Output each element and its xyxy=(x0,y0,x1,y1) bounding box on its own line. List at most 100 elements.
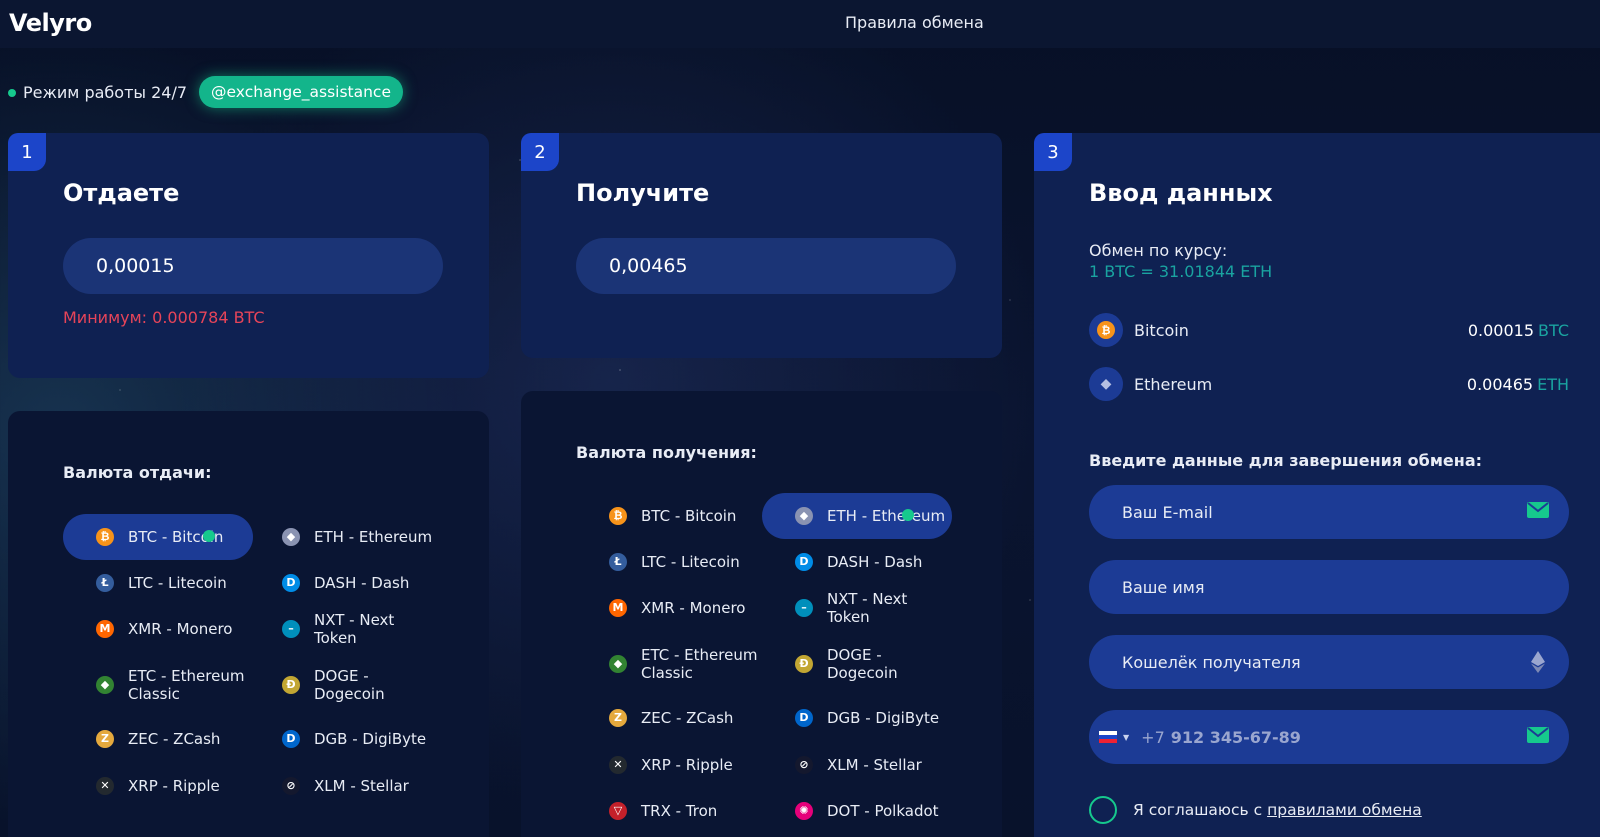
dogecoin-icon: Ð xyxy=(795,655,813,673)
exchange-rate-value: 1 BTC = 31.01844 ETH xyxy=(1089,262,1273,281)
give-coin-item[interactable]: Ð DOGE - Dogecoin xyxy=(249,662,439,708)
email-field[interactable]: Ваш E-mail xyxy=(1089,485,1569,539)
receive-currency-title: Валюта получения: xyxy=(576,443,757,462)
give-coin-item[interactable]: M XMR - Monero xyxy=(63,606,253,652)
receive-coin-item[interactable]: ✺ DOT - Polkadot xyxy=(762,788,952,834)
chevron-down-icon[interactable]: ▼ xyxy=(1123,733,1129,742)
zcash-icon: Z xyxy=(96,730,114,748)
coin-label: XRP - Ripple xyxy=(641,756,733,774)
summary-from-row: ₿ Bitcoin 0.00015 BTC xyxy=(1089,313,1569,347)
ethereum-icon: ◆ xyxy=(1089,367,1123,401)
coin-label: BTC - Bitcoin xyxy=(641,507,737,525)
receive-amount-input[interactable] xyxy=(576,238,956,294)
coin-label: ZEC - ZCash xyxy=(641,709,734,727)
bitcoin-icon: ₿ xyxy=(609,507,627,525)
phone-field[interactable]: ▼ +7 912 345-67-89 xyxy=(1089,710,1569,764)
stellar-icon: ⊘ xyxy=(795,756,813,774)
rules-link[interactable]: Правила обмена xyxy=(845,13,984,32)
receive-coin-item[interactable]: M XMR - Monero xyxy=(576,585,766,631)
name-placeholder: Ваше имя xyxy=(1122,577,1205,597)
agree-checkbox[interactable] xyxy=(1089,796,1117,824)
zcash-icon: Z xyxy=(609,709,627,727)
selected-indicator-dot xyxy=(902,509,914,521)
ripple-icon: ✕ xyxy=(96,777,114,795)
mail-icon xyxy=(1527,502,1549,518)
give-currency-panel: Валюта отдачи: ₿ BTC - Bitcoin ◆ ETH - Ethe… xyxy=(8,411,489,837)
nxt-icon: – xyxy=(795,599,813,617)
coin-label: ZEC - ZCash xyxy=(128,730,221,748)
give-coin-item[interactable]: ◆ ETC - Ethereum Classic xyxy=(63,662,253,708)
litecoin-icon: Ł xyxy=(609,553,627,571)
form-title: Введите данные для завершения обмена: xyxy=(1089,451,1483,470)
give-coin-item[interactable]: ✕ XRP - Ripple xyxy=(63,763,253,809)
ethereum-classic-icon: ◆ xyxy=(96,676,114,694)
receive-title: Получите xyxy=(576,179,710,207)
selected-indicator-dot xyxy=(203,530,215,542)
ripple-icon: ✕ xyxy=(609,756,627,774)
stellar-icon: ⊘ xyxy=(282,777,300,795)
coin-label: XMR - Monero xyxy=(128,620,233,638)
summary-from-amount: 0.00015 BTC xyxy=(1467,320,1569,340)
phone-code: +7 xyxy=(1141,727,1165,747)
nxt-icon: – xyxy=(282,620,300,638)
wallet-placeholder: Кошелёк получателя xyxy=(1122,652,1301,672)
summary-from-name: Bitcoin xyxy=(1134,320,1189,340)
minimum-amount-warning: Минимум: 0.000784 BTC xyxy=(63,308,265,327)
rules-agreement-link[interactable]: правилами обмена xyxy=(1267,801,1422,819)
dogecoin-icon: Ð xyxy=(282,676,300,694)
give-coin-item[interactable]: Ł LTC - Litecoin xyxy=(63,560,253,606)
litecoin-icon: Ł xyxy=(96,574,114,592)
agree-text: Я соглашаюсь с xyxy=(1133,801,1263,819)
online-status-dot xyxy=(8,89,16,97)
step-badge-2: 2 xyxy=(521,133,559,171)
receive-coin-item[interactable]: D DASH - Dash xyxy=(762,539,952,585)
give-panel: 1 Отдаете Минимум: 0.000784 BTC xyxy=(8,133,489,378)
give-coin-item[interactable]: ⊘ XLM - Stellar xyxy=(249,763,439,809)
give-title: Отдаете xyxy=(63,179,180,207)
ethereum-classic-icon: ◆ xyxy=(609,655,627,673)
receive-coin-item[interactable]: ◆ ETC - Ethereum Classic xyxy=(576,641,766,687)
country-flag-icon[interactable] xyxy=(1099,730,1117,744)
receive-coin-item[interactable]: – NXT - Next Token xyxy=(762,585,952,631)
receive-coin-item[interactable]: Z ZEC - ZCash xyxy=(576,695,766,741)
coin-label: DOGE - Dogecoin xyxy=(827,646,898,682)
coin-label: DASH - Dash xyxy=(314,574,410,592)
give-coin-item[interactable]: – NXT - Next Token xyxy=(249,606,439,652)
receive-coin-item[interactable]: Ł LTC - Litecoin xyxy=(576,539,766,585)
coin-label: ETH - Ethereum xyxy=(827,507,946,525)
give-coin-item[interactable]: ₿ BTC - Bitcoin xyxy=(63,514,253,560)
coin-label: DGB - DigiByte xyxy=(827,709,940,727)
logo[interactable]: Velyro xyxy=(9,9,92,37)
receive-coin-item[interactable]: Ð DOGE - Dogecoin xyxy=(762,641,952,687)
coin-label: ETC - Ethereum Classic xyxy=(641,646,758,682)
give-coin-item[interactable]: D DASH - Dash xyxy=(249,560,439,606)
tron-icon: ▽ xyxy=(609,802,627,820)
receive-coin-item[interactable]: ₿ BTC - Bitcoin xyxy=(576,493,766,539)
coin-label: XLM - Stellar xyxy=(827,756,922,774)
receive-panel: 2 Получите xyxy=(521,133,1002,358)
bitcoin-icon: ₿ xyxy=(1089,313,1123,347)
ethereum-icon: ◆ xyxy=(795,507,813,525)
coin-label: XRP - Ripple xyxy=(128,777,220,795)
receive-coin-item[interactable]: D DGB - DigiByte xyxy=(762,695,952,741)
coin-label: ETC - Ethereum Classic xyxy=(128,667,245,703)
coin-label: DOGE - Dogecoin xyxy=(314,667,385,703)
receive-coin-item[interactable]: ⊘ XLM - Stellar xyxy=(762,742,952,788)
telegram-contact-button[interactable]: @exchange_assistance xyxy=(199,76,403,108)
receive-coin-item[interactable]: ◆ ETH - Ethereum xyxy=(762,493,952,539)
give-coin-item[interactable]: D DGB - DigiByte xyxy=(249,716,439,762)
wallet-field[interactable]: Кошелёк получателя xyxy=(1089,635,1569,689)
coin-label: DASH - Dash xyxy=(827,553,923,571)
receive-coin-item[interactable]: ▽ TRX - Tron xyxy=(576,788,766,834)
give-amount-input[interactable] xyxy=(63,238,443,294)
monero-icon: M xyxy=(96,620,114,638)
give-coin-item[interactable]: Z ZEC - ZCash xyxy=(63,716,253,762)
phone-input-value: 912 345-67-89 xyxy=(1170,727,1301,747)
mail-icon xyxy=(1527,727,1549,743)
give-coin-item[interactable]: ◆ ETH - Ethereum xyxy=(249,514,439,560)
receive-coin-item[interactable]: ✕ XRP - Ripple xyxy=(576,742,766,788)
agree-row: Я соглашаюсь с правилами обмена xyxy=(1089,796,1422,824)
coin-label: TRX - Tron xyxy=(641,802,718,820)
name-field[interactable]: Ваше имя xyxy=(1089,560,1569,614)
coin-label: NXT - Next Token xyxy=(827,590,908,626)
